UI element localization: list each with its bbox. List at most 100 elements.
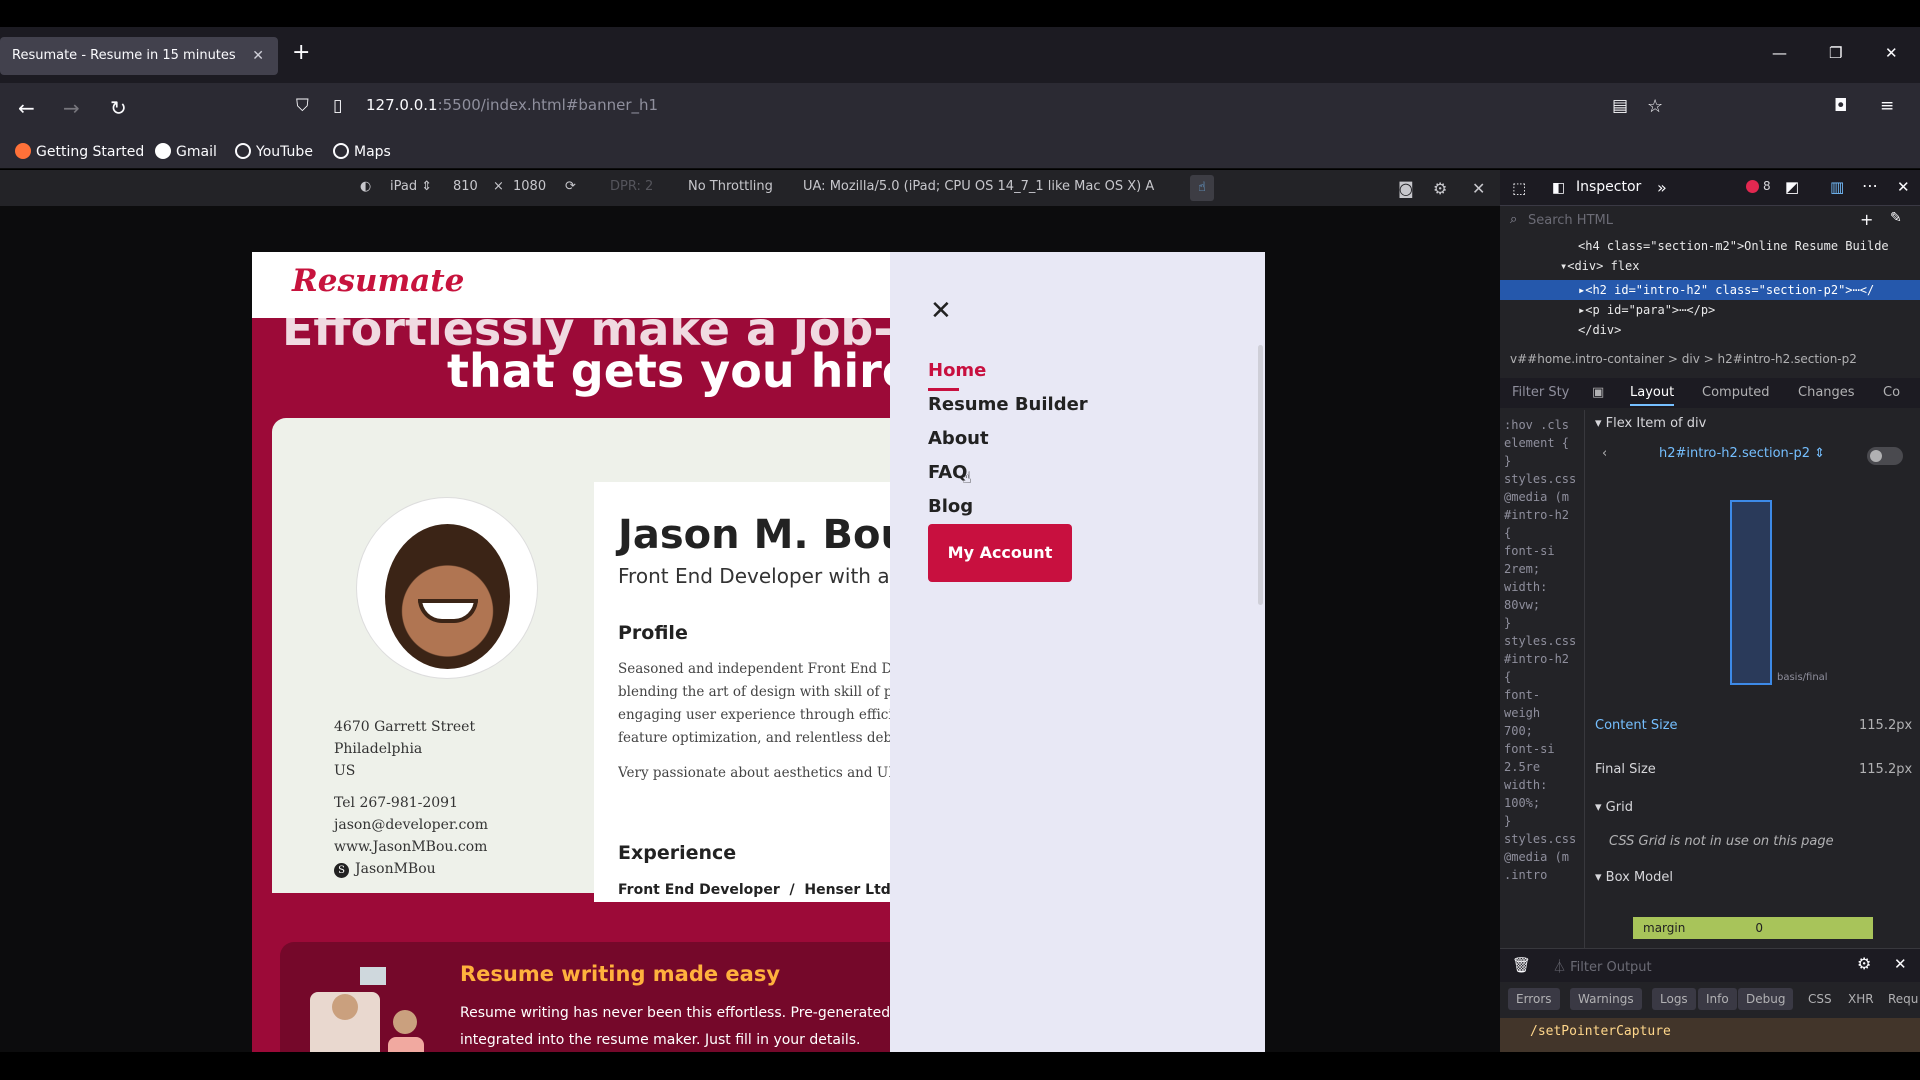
css-rule-line[interactable]: #intro-h2 <box>1504 650 1580 668</box>
css-rule-line[interactable]: } <box>1504 614 1580 632</box>
css-rule-line[interactable]: { <box>1504 524 1580 542</box>
site-logo[interactable]: Resumate <box>292 263 464 299</box>
responsive-mode-icon[interactable]: ▥ <box>1830 178 1844 196</box>
touch-icon[interactable]: ◐ <box>360 179 371 194</box>
box-model-margin[interactable]: margin 0 <box>1633 917 1873 939</box>
tree-node[interactable]: ▾<div> flex <box>1560 256 1639 276</box>
flex-highlight-toggle[interactable] <box>1867 447 1903 465</box>
pocket-icon[interactable]: ◘ <box>1834 96 1847 116</box>
tree-node[interactable]: <h4 class="section-m2">Online Resume Bui… <box>1578 236 1889 256</box>
nav-link-home[interactable]: Home <box>928 360 986 381</box>
close-tab-icon[interactable]: ✕ <box>252 37 264 75</box>
css-rule-line[interactable]: @media (m <box>1504 848 1580 866</box>
throttling-select[interactable]: No Throttling <box>688 179 773 194</box>
layout-icon[interactable]: ▣ <box>1592 385 1604 400</box>
flex-item-section[interactable]: ▾ Flex Item of div <box>1595 416 1706 431</box>
bookmark-youtube[interactable]: YouTube <box>235 143 313 160</box>
css-rule-line[interactable]: styles.css <box>1504 632 1580 650</box>
page-scrollbar[interactable] <box>1258 345 1263 605</box>
filter-output-input[interactable]: ⏃ Filter Output <box>1553 956 1652 975</box>
menu-icon[interactable]: ≡ <box>1880 96 1894 116</box>
tab-more[interactable]: Co <box>1883 385 1900 400</box>
more-options-icon[interactable]: ⋯ <box>1862 176 1878 195</box>
filter-css[interactable]: CSS <box>1800 988 1840 1010</box>
back-icon[interactable]: ← <box>18 96 35 120</box>
css-rule-line[interactable]: :hov .cls <box>1504 416 1580 434</box>
css-rule-line[interactable]: #intro-h2 <box>1504 506 1580 524</box>
shield-icon[interactable]: ⛉ <box>296 96 309 116</box>
url-bar[interactable]: 127.0.0.1:5500/index.html#banner_h1 <box>366 96 658 114</box>
rotate-icon[interactable]: ⟳ <box>565 179 576 194</box>
css-rule-line[interactable]: 80vw; <box>1504 596 1580 614</box>
filter-styles-input[interactable]: Filter Sty <box>1512 385 1569 400</box>
bookmark-star-icon[interactable]: ☆ <box>1647 96 1663 117</box>
css-rule-line[interactable]: { <box>1504 668 1580 686</box>
bookmark-getting-started[interactable]: Getting Started <box>15 143 144 160</box>
css-rule-line[interactable]: font-si <box>1504 542 1580 560</box>
css-rule-line[interactable]: font-si <box>1504 740 1580 758</box>
nav-link-resume-builder[interactable]: Resume Builder <box>928 394 1088 415</box>
user-agent-input[interactable]: UA: Mozilla/5.0 (iPad; CPU OS 14_7_1 lik… <box>803 179 1154 194</box>
nav-link-blog[interactable]: Blog <box>928 496 973 517</box>
bookmark-maps[interactable]: Maps <box>333 143 391 160</box>
bookmark-gmail[interactable]: Gmail <box>155 143 217 160</box>
css-rule-line[interactable]: .intro <box>1504 866 1580 884</box>
css-rule-line[interactable]: } <box>1504 452 1580 470</box>
tree-node[interactable]: </div> <box>1578 320 1621 340</box>
filter-warnings[interactable]: Warnings <box>1570 988 1642 1010</box>
css-rule-line[interactable]: width: <box>1504 578 1580 596</box>
css-rule-line[interactable]: weigh <box>1504 704 1580 722</box>
filter-debug[interactable]: Debug <box>1738 988 1794 1010</box>
filter-errors[interactable]: Errors <box>1508 988 1560 1010</box>
touch-simulation-icon[interactable]: ☝ <box>1190 175 1214 201</box>
console-settings-icon[interactable]: ⚙ <box>1857 954 1871 973</box>
css-rule-line[interactable]: element { <box>1504 434 1580 452</box>
viewport-width-input[interactable]: 810 <box>453 179 478 194</box>
css-rule-line[interactable]: 2.5re <box>1504 758 1580 776</box>
filter-info[interactable]: Info <box>1698 988 1737 1010</box>
browser-tab[interactable]: Resumate - Resume in 15 minutes ✕ <box>0 37 278 75</box>
tab-inspector[interactable]: Inspector <box>1576 179 1641 195</box>
tab-computed[interactable]: Computed <box>1702 385 1770 400</box>
close-window-icon[interactable]: ✕ <box>1885 44 1898 62</box>
flex-selector-select[interactable]: h2#intro-h2.section-p2 ⇕ <box>1659 446 1825 461</box>
dock-icon[interactable]: ◩ <box>1785 178 1799 196</box>
grid-section[interactable]: ▾ Grid <box>1595 800 1633 815</box>
settings-icon[interactable]: ⚙ <box>1433 179 1447 198</box>
node-breadcrumb[interactable]: v##home.intro-container > div > h2#intro… <box>1510 352 1857 366</box>
screenshot-icon[interactable]: ◙ <box>1398 179 1414 198</box>
eyedropper-icon[interactable]: ✎ <box>1890 210 1902 226</box>
css-rule-line[interactable]: 700; <box>1504 722 1580 740</box>
filter-requests[interactable]: Requ <box>1880 988 1920 1010</box>
page-icon[interactable]: ▯ <box>333 96 342 116</box>
my-account-button[interactable]: My Account <box>928 524 1072 582</box>
trash-icon[interactable]: 🗑 <box>1512 956 1531 974</box>
css-rule-line[interactable]: styles.css <box>1504 830 1580 848</box>
viewport-height-input[interactable]: 1080 <box>513 179 546 194</box>
back-icon[interactable]: ‹ <box>1602 446 1607 461</box>
reload-icon[interactable]: ↻ <box>110 96 127 120</box>
device-select[interactable]: iPad ⇕ <box>390 179 432 194</box>
nav-link-about[interactable]: About <box>928 428 989 449</box>
new-tab-icon[interactable]: + <box>292 40 310 65</box>
minimize-icon[interactable]: — <box>1772 44 1787 62</box>
tab-layout[interactable]: Layout <box>1630 385 1675 406</box>
close-menu-icon[interactable]: ✕ <box>930 296 952 326</box>
css-rule-line[interactable]: } <box>1504 812 1580 830</box>
forward-icon[interactable]: → <box>63 96 80 120</box>
more-tabs-icon[interactable]: » <box>1657 178 1667 197</box>
restore-icon[interactable]: ❐ <box>1829 44 1842 62</box>
tab-changes[interactable]: Changes <box>1798 385 1855 400</box>
tree-node[interactable]: ▸<p id="para">⋯</p> <box>1578 300 1715 320</box>
search-html-input[interactable]: Search HTML <box>1528 213 1613 228</box>
error-icon[interactable] <box>1746 180 1759 193</box>
css-rule-line[interactable]: width: <box>1504 776 1580 794</box>
add-node-icon[interactable]: + <box>1860 210 1873 229</box>
close-devtools-icon[interactable]: ✕ <box>1897 178 1910 196</box>
css-rule-line[interactable]: 100%; <box>1504 794 1580 812</box>
close-rdm-icon[interactable]: ✕ <box>1472 179 1485 198</box>
tree-node-selected[interactable]: ▸<h2 id="intro-h2" class="section-p2">⋯<… <box>1578 280 1874 300</box>
css-rule-line[interactable]: styles.css <box>1504 470 1580 488</box>
reader-view-icon[interactable]: ▤ <box>1612 96 1628 116</box>
filter-logs[interactable]: Logs <box>1652 988 1696 1010</box>
